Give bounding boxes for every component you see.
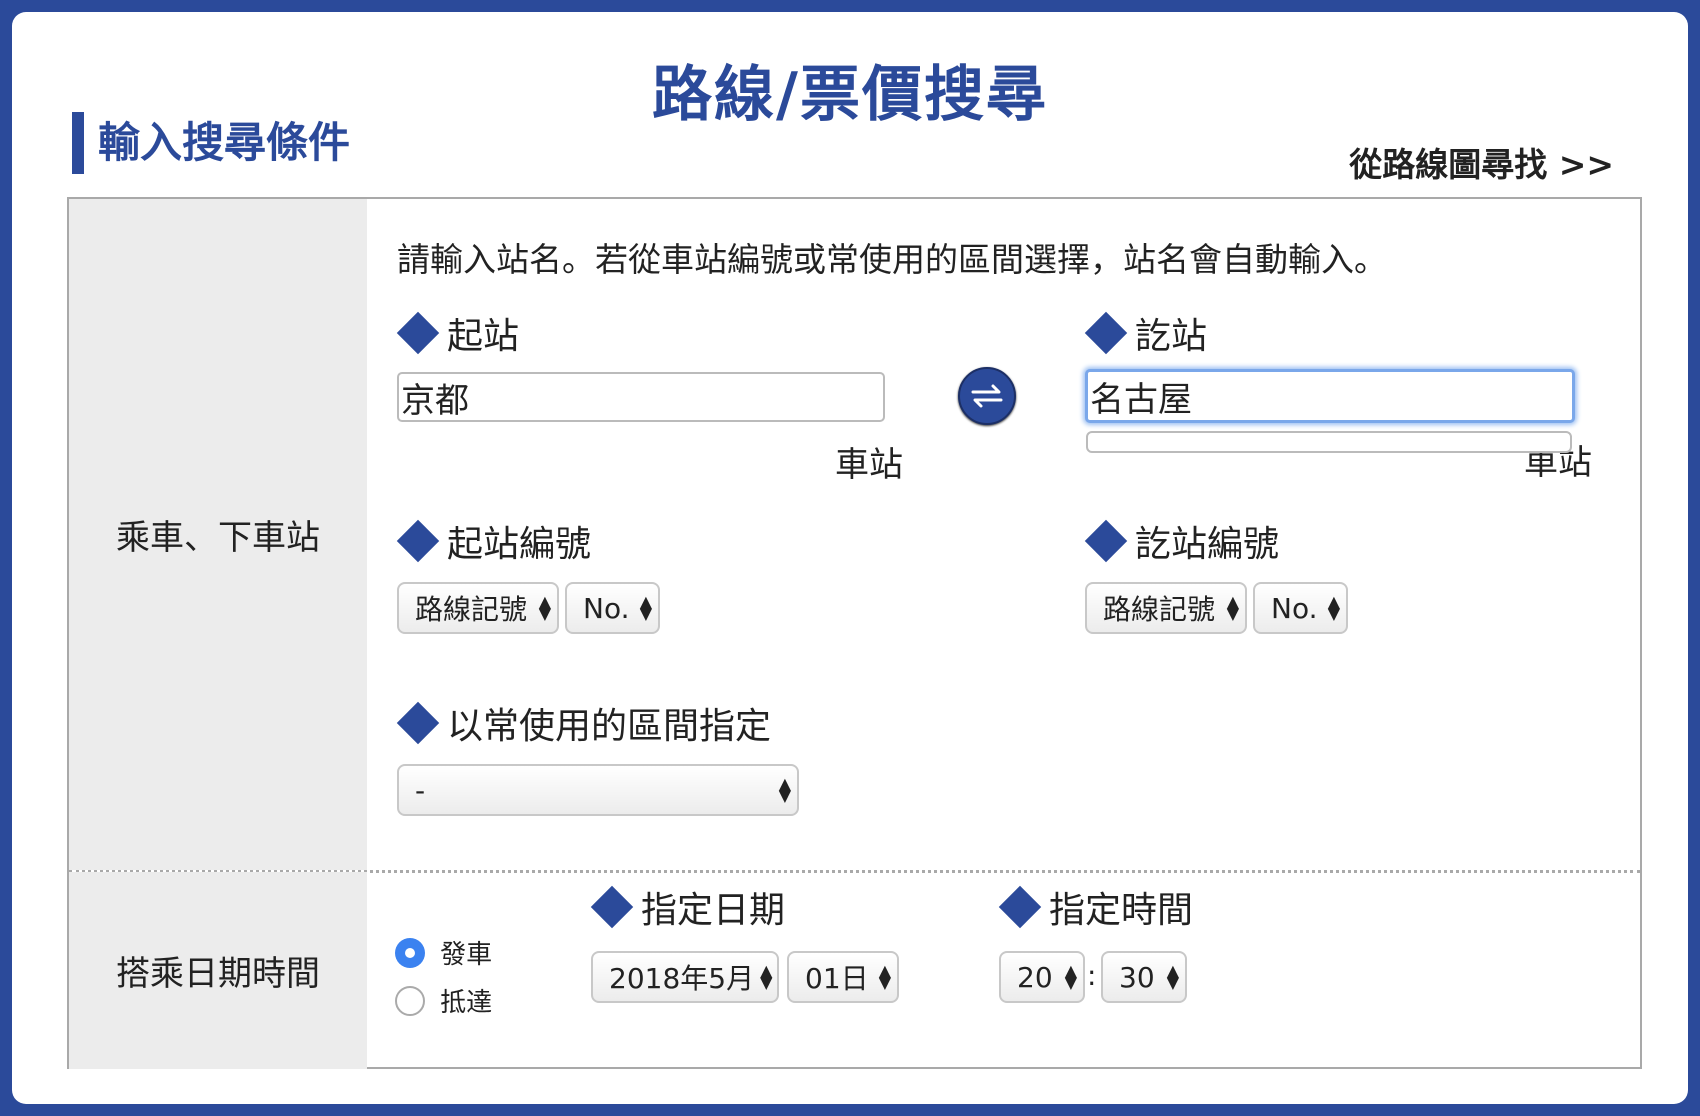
updown-arrows-icon: ▲ ▼ — [760, 961, 773, 992]
diamond-bullet-icon — [396, 311, 440, 355]
frequent-section-label: 以常使用的區間指定 — [396, 697, 772, 749]
diamond-bullet-icon — [998, 885, 1042, 929]
to-line-select[interactable]: 路線記號 ▲ ▼ — [1085, 582, 1247, 634]
date-label: 指定日期 — [590, 881, 786, 933]
from-station-suffix: 車站 — [835, 445, 903, 485]
minute-select-value: 30 — [1119, 960, 1155, 994]
to-station-label: 訖站 — [1084, 307, 1208, 359]
radio-depart[interactable]: 發車 — [395, 934, 492, 971]
updown-arrows-icon: ▲ ▼ — [1166, 961, 1179, 992]
updown-arrows-icon: ▲ ▼ — [878, 961, 891, 992]
diamond-bullet-icon — [396, 519, 440, 563]
month-select-value: 2018年5月 — [609, 962, 755, 995]
section-heading: 輸入搜尋條件 — [72, 112, 350, 174]
from-no-select-value: No. — [583, 591, 630, 625]
from-station-input[interactable] — [397, 372, 885, 422]
updown-arrows-icon: ▲ ▼ — [639, 592, 652, 623]
radio-depart-label: 發車 — [440, 940, 493, 970]
to-no-select[interactable]: No. ▲ ▼ — [1253, 582, 1348, 634]
to-line-select-value: 路線記號 — [1103, 593, 1216, 626]
month-select[interactable]: 2018年5月 ▲ ▼ — [591, 951, 779, 1003]
swap-stations-button[interactable] — [958, 367, 1016, 425]
from-number-label-text: 起站編號 — [447, 524, 592, 565]
updown-arrows-icon: ▲ ▼ — [1064, 961, 1077, 992]
to-station-input[interactable] — [1085, 369, 1575, 423]
from-line-select[interactable]: 路線記號 ▲ ▼ — [397, 582, 559, 634]
minute-select[interactable]: 30 ▲ ▼ — [1101, 951, 1187, 1003]
to-number-label: 訖站編號 — [1084, 515, 1280, 567]
to-station-label-text: 訖站 — [1135, 316, 1208, 357]
hour-select[interactable]: 20 ▲ ▼ — [999, 951, 1085, 1003]
diamond-bullet-icon — [396, 701, 440, 745]
updown-arrows-icon: ▲ ▼ — [778, 774, 791, 805]
search-form-table: 乘車、下車站 搭乘日期時間 請輸入站名。若從車站編號或常使用的區間選擇，站名會自… — [67, 197, 1642, 1069]
date-label-text: 指定日期 — [641, 890, 786, 931]
time-separator: : — [1087, 959, 1097, 992]
radio-arrive-button[interactable] — [395, 985, 425, 1016]
frequent-section-label-text: 以常使用的區間指定 — [447, 706, 772, 747]
from-line-select-value: 路線記號 — [415, 593, 528, 626]
route-map-link[interactable]: 從路線圖尋找 >> — [1349, 138, 1614, 186]
from-station-label-text: 起站 — [447, 316, 520, 357]
to-no-select-value: No. — [1271, 591, 1318, 625]
hour-select-value: 20 — [1017, 960, 1053, 994]
time-label-text: 指定時間 — [1049, 890, 1194, 931]
frequent-section-select-value: - — [415, 773, 426, 807]
time-label: 指定時間 — [998, 881, 1194, 933]
swap-arrows-icon — [971, 384, 1003, 408]
stations-row-label: 乘車、下車站 — [69, 199, 367, 870]
diamond-bullet-icon — [1084, 519, 1128, 563]
updown-arrows-icon: ▲ ▼ — [538, 592, 551, 623]
diamond-bullet-icon — [1084, 311, 1128, 355]
station-suggestion-dropdown[interactable] — [1086, 431, 1572, 453]
from-number-label: 起站編號 — [396, 515, 592, 567]
updown-arrows-icon: ▲ ▼ — [1327, 592, 1340, 623]
radio-arrive[interactable]: 抵達 — [395, 982, 492, 1019]
from-station-label: 起站 — [396, 307, 520, 359]
frequent-section-select[interactable]: - ▲ ▼ — [397, 764, 799, 816]
stations-instruction: 請輸入站名。若從車站編號或常使用的區間選擇，站名會自動輸入。 — [397, 240, 1387, 279]
diamond-bullet-icon — [590, 885, 634, 929]
updown-arrows-icon: ▲ ▼ — [1226, 592, 1239, 623]
radio-depart-button[interactable] — [395, 937, 425, 968]
day-select-value: 01日 — [805, 962, 869, 995]
radio-arrive-label: 抵達 — [440, 988, 493, 1018]
to-number-label-text: 訖站編號 — [1135, 524, 1280, 565]
from-no-select[interactable]: No. ▲ ▼ — [565, 582, 660, 634]
datetime-row-label: 搭乘日期時間 — [69, 872, 367, 1069]
day-select[interactable]: 01日 ▲ ▼ — [787, 951, 899, 1003]
